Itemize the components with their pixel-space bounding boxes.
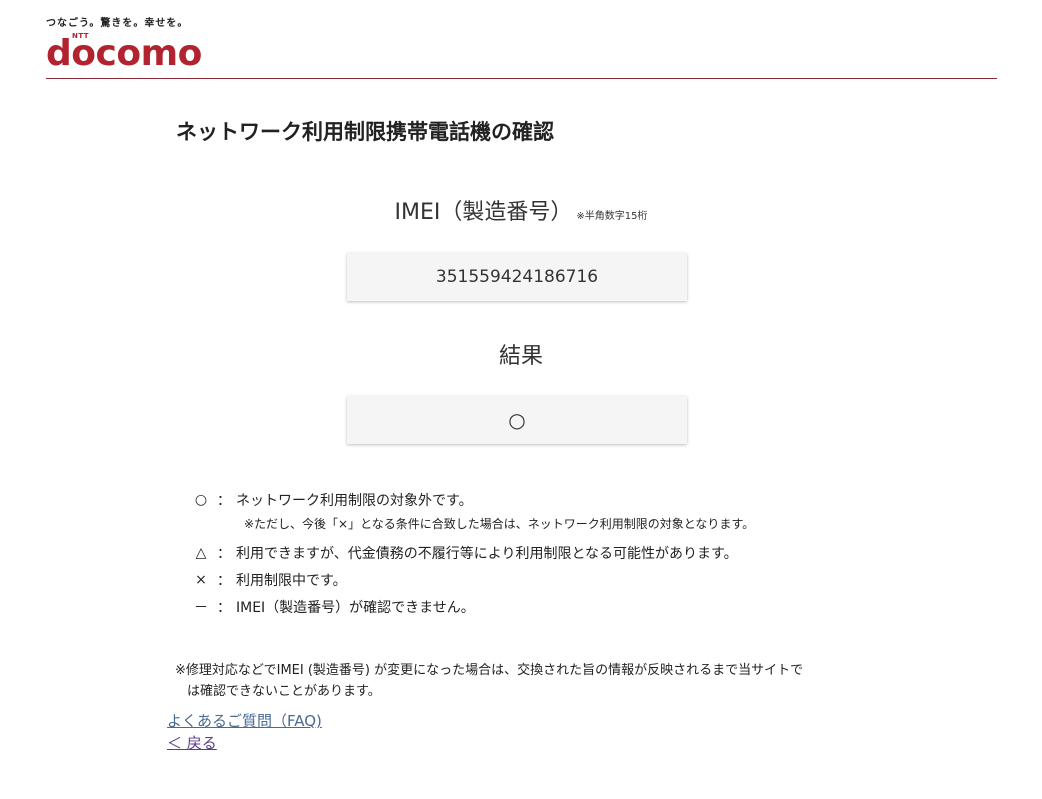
circle-symbol: ○ (194, 491, 208, 508)
legend-item-possible: △ ： 利用できますが、代金債務の不履行等により利用制限となる可能性があります。 (190, 539, 754, 566)
legend-text: IMEI（製造番号）が確認できません。 (236, 599, 475, 616)
legend-text: 利用制限中です。 (236, 572, 347, 589)
cross-symbol: × (195, 571, 207, 588)
docomo-logo[interactable]: NTT docomo (46, 32, 202, 74)
footnote-line-2: は確認できないことがあります。 (187, 684, 381, 699)
result-value-box: ○ (347, 396, 687, 444)
legend-colon: ： (217, 572, 231, 589)
footnote-line-1: ※修理対応などでIMEI (製造番号) が変更になった場合は、交換された旨の情報… (175, 663, 804, 678)
legend-note: ※ただし、今後「×」となる条件に合致した場合は、ネットワーク利用制限の対象となり… (244, 517, 755, 531)
imei-value-box: 351559424186716 (347, 253, 687, 301)
imei-label: IMEI（製造番号） (394, 200, 573, 225)
legend-item-unknown: － ： IMEI（製造番号）が確認できません。 (190, 593, 754, 620)
result-label: 結果 (498, 344, 543, 369)
result-legend: ○ ： ネットワーク利用制限の対象外です。 ※ただし、今後「×」となる条件に合致… (190, 486, 754, 620)
legend-text: 利用できますが、代金債務の不履行等により利用制限となる可能性があります。 (236, 545, 738, 562)
logo-wordmark: docomo (46, 33, 202, 74)
legend-colon: ： (217, 492, 231, 509)
site-header: つなごう。驚きを。幸せを。 NTT docomo (46, 12, 997, 79)
imei-note: ※半角数字15桁 (576, 211, 648, 222)
repair-footnote: ※修理対応などでIMEI (製造番号) が変更になった場合は、交換された旨の情報… (175, 660, 875, 702)
faq-link[interactable]: よくあるご質問（FAQ) (167, 710, 322, 732)
legend-item-restricted: × ： 利用制限中です。 (190, 566, 754, 593)
triangle-symbol: △ (195, 544, 207, 561)
legend-colon: ： (217, 599, 231, 616)
page-title: ネットワーク利用制限携帯電話機の確認 (176, 120, 554, 144)
back-link[interactable]: ＜ 戻る (167, 732, 322, 754)
legend-item-ok: ○ ： ネットワーク利用制限の対象外です。 (190, 486, 754, 513)
legend-colon: ： (217, 545, 231, 562)
legend-text: ネットワーク利用制限の対象外です。 (236, 492, 473, 509)
imei-label-row: IMEI（製造番号） ※半角数字15桁 (0, 194, 1042, 226)
tagline: つなごう。驚きを。幸せを。 (46, 18, 189, 29)
page-links: よくあるご質問（FAQ) ＜ 戻る (167, 710, 322, 754)
dash-symbol: － (194, 599, 208, 616)
